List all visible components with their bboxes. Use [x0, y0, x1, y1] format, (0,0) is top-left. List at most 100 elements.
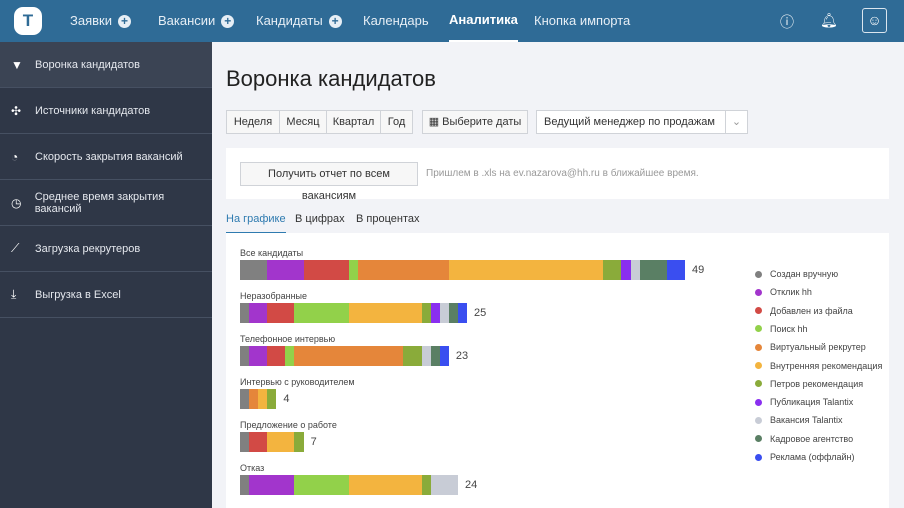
sidebar-item[interactable]: ◷ Среднее время закрытия вакансий — [0, 180, 212, 226]
logo[interactable]: T — [14, 7, 42, 35]
bar-segment[interactable] — [294, 475, 349, 495]
row-label: Интервью с руководителем — [240, 377, 355, 387]
bar-segment[interactable] — [240, 303, 250, 323]
sidebar-item[interactable]: ⤓ Выгрузка в Excel — [0, 272, 212, 318]
tab-numbers[interactable]: В цифрах — [295, 213, 345, 225]
clock-icon: ◷ — [11, 195, 22, 210]
nav-analytics[interactable]: Аналитика — [449, 0, 518, 42]
sidebar-item-label: Загрузка рекрутеров — [35, 242, 141, 255]
sidebar-item[interactable]: ▼ Воронка кандидатов — [0, 42, 212, 88]
bar-segment[interactable] — [639, 260, 667, 280]
bar-segment[interactable] — [258, 389, 268, 409]
sidebar-item[interactable]: ✣ Источники кандидатов — [0, 88, 212, 134]
bar-segment[interactable] — [430, 475, 458, 495]
bar-segment[interactable] — [249, 432, 268, 452]
row-label: Предложение о работе — [240, 420, 337, 430]
bar-segment[interactable] — [358, 260, 449, 280]
plus-icon[interactable]: + — [117, 14, 131, 28]
bar-segment[interactable] — [249, 303, 268, 323]
period-week[interactable]: Неделя — [226, 110, 280, 134]
legend-item[interactable]: Реклама (оффлайн) — [755, 452, 854, 462]
help-icon[interactable]: ⓘ — [780, 12, 794, 32]
bar-segment[interactable] — [439, 303, 449, 323]
legend-item[interactable]: Добавлен из файла — [755, 306, 853, 316]
nav-label: Кандидаты — [256, 13, 323, 28]
bar-segment[interactable] — [294, 432, 304, 452]
nav-vacancies[interactable]: Вакансии + — [158, 0, 235, 42]
nav-label: Заявки — [70, 13, 112, 28]
bar-segment[interactable] — [303, 260, 349, 280]
legend-dot-icon — [755, 362, 762, 369]
sidebar-item-label: Среднее время закрытия вакансий — [34, 190, 165, 215]
nav-requests[interactable]: Заявки + — [70, 0, 131, 42]
tab-percent[interactable]: В процентах — [356, 213, 420, 225]
page-title: Воронка кандидатов — [226, 66, 436, 91]
bar-segment[interactable] — [630, 260, 640, 280]
bar-segment[interactable] — [603, 260, 622, 280]
bar-segment[interactable] — [348, 475, 422, 495]
legend-item[interactable]: Вакансия Talantix — [755, 415, 843, 425]
bar-segment[interactable] — [249, 346, 268, 366]
nav-import[interactable]: Кнопка импорта — [534, 0, 630, 42]
bar-segment[interactable] — [448, 303, 458, 323]
period-quarter[interactable]: Квартал — [326, 110, 381, 134]
bar-segment[interactable] — [240, 389, 250, 409]
bar-segment[interactable] — [430, 346, 440, 366]
bar-segment[interactable] — [240, 346, 250, 366]
date-picker-button[interactable]: ▦ Выберите даты — [422, 110, 528, 134]
bar-segment[interactable] — [294, 346, 404, 366]
legend-item[interactable]: Создан вручную — [755, 269, 838, 279]
user-avatar-icon[interactable]: ☺ — [862, 8, 887, 33]
bar-segment[interactable] — [249, 389, 259, 409]
bar-segment[interactable] — [240, 260, 268, 280]
legend-item[interactable]: Отклик hh — [755, 287, 812, 297]
legend-dot-icon — [755, 307, 762, 315]
bar-segment[interactable] — [666, 260, 685, 280]
sidebar-item-label: Воронка кандидатов — [35, 58, 140, 71]
bar-segment[interactable] — [621, 260, 631, 280]
bar-segment[interactable] — [439, 346, 449, 366]
nav-candidates[interactable]: Кандидаты + — [256, 0, 342, 42]
bar-segment[interactable] — [267, 260, 304, 280]
legend-item[interactable]: Публикация Talantix — [755, 397, 853, 407]
sidebar-item[interactable]: ◔ Скорость закрытия вакансий — [0, 134, 212, 180]
sidebar-item[interactable]: ⟋ Загрузка рекрутеров — [0, 226, 212, 272]
bar-segment[interactable] — [430, 303, 440, 323]
manager-select[interactable]: Ведущий менеджер по продажам ⌄ — [536, 110, 748, 134]
period-month[interactable]: Месяц — [279, 110, 327, 134]
legend-item[interactable]: Внутренняя рекомендация — [755, 361, 882, 371]
bar-segment[interactable] — [421, 303, 431, 323]
bar-segment[interactable] — [348, 303, 422, 323]
bar-segment[interactable] — [267, 432, 295, 452]
bar-segment[interactable] — [403, 346, 422, 366]
bar-segment[interactable] — [267, 389, 277, 409]
plus-icon[interactable]: + — [328, 14, 342, 28]
bar-segment[interactable] — [285, 346, 295, 366]
legend-dot-icon — [755, 453, 762, 461]
get-report-button[interactable]: Получить отчет по всем вакансиям — [240, 162, 418, 202]
bar-segment[interactable] — [294, 303, 349, 323]
calendar-icon: ▦ — [428, 116, 443, 128]
bar-segment[interactable] — [457, 303, 468, 323]
speedometer-icon: ◔ — [11, 149, 19, 164]
legend-item[interactable]: Петров рекомендация — [755, 379, 863, 389]
bar-segment[interactable] — [267, 346, 286, 366]
sidebar: ▼ Воронка кандидатов ✣ Источники кандидатов… — [0, 42, 212, 508]
bar-segment[interactable] — [267, 303, 295, 323]
tab-chart[interactable]: На графике — [226, 213, 286, 234]
bar-segment[interactable] — [421, 475, 431, 495]
bar-segment[interactable] — [421, 346, 431, 366]
legend-item[interactable]: Поиск hh — [755, 324, 807, 334]
nav-calendar[interactable]: Календарь — [363, 0, 429, 42]
legend-dot-icon — [755, 343, 762, 351]
bar-segment[interactable] — [448, 260, 604, 280]
bar-segment[interactable] — [240, 432, 250, 452]
period-year[interactable]: Год — [380, 110, 413, 134]
bar-segment[interactable] — [249, 475, 295, 495]
bell-icon[interactable]: 🔔︎ — [820, 12, 838, 29]
legend-item[interactable]: Виртуальный рекрутер — [755, 342, 866, 352]
legend-item[interactable]: Кадровое агентство — [755, 434, 853, 444]
bar-segment[interactable] — [348, 260, 359, 280]
bar-segment[interactable] — [240, 475, 250, 495]
plus-icon[interactable]: + — [221, 14, 235, 28]
